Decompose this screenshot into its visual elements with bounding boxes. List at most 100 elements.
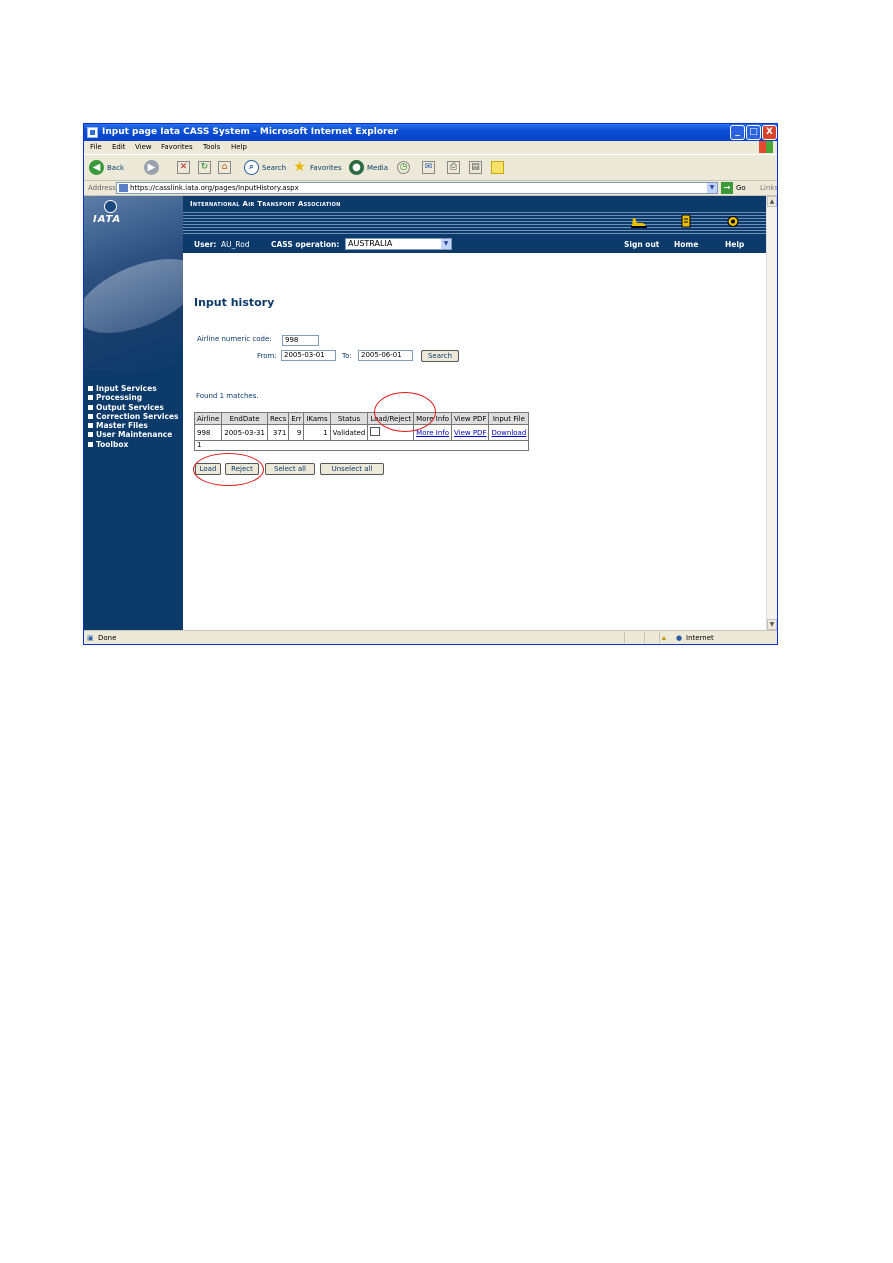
chevron-down-icon: ▼	[441, 239, 451, 249]
plus-icon	[88, 423, 93, 429]
sidebar-item-label: Correction Services	[96, 411, 179, 421]
stop-icon[interactable]: ✕	[177, 161, 190, 174]
cell-view-pdf: View PDF	[450, 424, 490, 441]
links-button[interactable]: Links	[760, 184, 777, 192]
menu-view[interactable]: View	[135, 143, 152, 151]
web-content: IATA Input Services Processing Output Se…	[84, 196, 766, 630]
print-icon[interactable]: ⎙	[447, 161, 460, 174]
address-dropdown-icon[interactable]: ▼	[707, 183, 717, 193]
home-icon[interactable]: ⌂	[218, 161, 231, 174]
menu-bar: File Edit View Favorites Tools Help	[84, 141, 777, 154]
to-date-input[interactable]: 2005-06-01	[358, 350, 413, 361]
menu-tools[interactable]: Tools	[203, 143, 220, 151]
col-input-file: Input File	[488, 412, 530, 425]
status-zone: Internet	[686, 634, 714, 642]
cell-err: 9	[288, 424, 305, 441]
sidebar-item-label: Toolbox	[96, 439, 129, 449]
iata-logo-text: IATA	[93, 214, 122, 225]
sidebar-item-label: Input Services	[96, 384, 157, 393]
plus-icon	[88, 441, 93, 447]
found-matches-text: Found 1 matches.	[196, 392, 259, 400]
iata-globe-icon	[104, 200, 117, 213]
sidebar-item-label: Master Files	[96, 421, 148, 431]
address-url: https://casslink.iata.org/pages/InputHis…	[130, 184, 299, 192]
cell-airline: 998	[193, 424, 223, 441]
view-pdf-link[interactable]: View PDF	[454, 429, 486, 437]
col-enddate: EndDate	[221, 412, 268, 425]
scroll-up-icon[interactable]: ▲	[767, 196, 777, 207]
sidebar-item-user-maintenance[interactable]: User Maintenance	[88, 430, 179, 439]
sidebar-item-label: User Maintenance	[96, 430, 173, 440]
sidebar-item-master-files[interactable]: Master Files	[88, 421, 179, 430]
sidebar-item-input-services[interactable]: Input Services	[88, 384, 179, 393]
refresh-icon[interactable]: ↻	[198, 161, 211, 174]
user-bar: User: AU_Rod CASS operation: AUSTRALIA ▼…	[183, 235, 766, 253]
pager-row: 1	[193, 440, 530, 451]
cell-recs: 371	[266, 424, 290, 441]
messenger-icon[interactable]	[491, 161, 504, 174]
edit-icon[interactable]: ▤	[469, 161, 482, 174]
col-status: Status	[329, 412, 369, 425]
back-label: Back	[107, 164, 124, 172]
sidebar-item-output-services[interactable]: Output Services	[88, 403, 179, 412]
col-recs: Recs	[266, 412, 290, 425]
menu-help[interactable]: Help	[231, 143, 247, 151]
home-link[interactable]: Home	[674, 240, 698, 249]
load-reject-checkbox[interactable]	[370, 427, 381, 436]
status-divider	[659, 632, 660, 643]
media-globe-icon: ●	[349, 160, 364, 175]
address-input[interactable]: https://casslink.iata.org/pages/InputHis…	[116, 182, 718, 194]
pager-page-1[interactable]: 1	[193, 440, 530, 451]
download-link[interactable]: Download	[491, 429, 526, 437]
page-favicon-icon	[119, 184, 128, 192]
home-book-icon[interactable]	[678, 214, 694, 228]
search-magnifier-icon: ⌕	[244, 160, 259, 175]
menu-edit[interactable]: Edit	[112, 143, 126, 151]
signout-link[interactable]: Sign out	[624, 240, 659, 249]
minimize-button[interactable]: _	[730, 125, 745, 140]
select-all-button[interactable]: Select all	[265, 463, 315, 475]
maximize-button[interactable]: □	[746, 125, 761, 140]
windows-logo-icon	[759, 141, 773, 153]
airline-code-label: Airline numeric code:	[197, 335, 272, 343]
col-ikams: IKams	[303, 412, 331, 425]
lock-icon: 🔒︎	[662, 634, 666, 642]
go-button[interactable]: Go	[736, 184, 746, 192]
cass-operation-select[interactable]: AUSTRALIA ▼	[345, 238, 452, 250]
more-info-link[interactable]: More Info	[416, 429, 449, 437]
sidebar-item-processing[interactable]: Processing	[88, 393, 179, 402]
go-arrow-icon[interactable]: →	[721, 182, 733, 194]
iata-logo: IATA	[90, 200, 130, 228]
signout-icon[interactable]	[631, 215, 647, 228]
close-button[interactable]: X	[762, 125, 777, 140]
scroll-down-icon[interactable]: ▼	[767, 619, 777, 630]
help-link[interactable]: Help	[725, 240, 744, 249]
unselect-all-button[interactable]: Unselect all	[320, 463, 384, 475]
annotation-circle-load-reject	[374, 392, 436, 432]
browser-window: Input page Iata CASS System - Microsoft …	[83, 123, 778, 645]
menu-favorites[interactable]: Favorites	[161, 143, 193, 151]
help-gear-icon[interactable]	[725, 215, 741, 228]
sidebar-item-toolbox[interactable]: Toolbox	[88, 440, 179, 449]
search-button[interactable]: Search	[421, 350, 459, 362]
table-header-row: Airline EndDate Recs Err IKams Status Lo…	[193, 412, 530, 425]
airline-code-input[interactable]: 998	[282, 335, 319, 346]
ie-page-icon	[87, 127, 98, 138]
status-text: Done	[98, 634, 117, 642]
plus-icon	[88, 386, 93, 391]
sidebar-item-correction-services[interactable]: Correction Services	[88, 412, 179, 421]
plus-icon	[88, 404, 93, 410]
header-banner: International Air Transport Association …	[183, 196, 766, 253]
annotation-circle-load-buttons	[193, 453, 264, 486]
vertical-scrollbar[interactable]: ▲ ▼	[766, 196, 777, 630]
toolbar: ◀ Back ▶ ✕ ↻ ⌂ ⌕ Search ★ Favorites ● Me…	[84, 154, 777, 181]
main-content: Input history Airline numeric code: 998 …	[183, 253, 766, 630]
plus-icon	[88, 432, 93, 438]
menu-file[interactable]: File	[90, 143, 102, 151]
from-date-input[interactable]: 2005-03-01	[281, 350, 336, 361]
mail-icon[interactable]: ✉	[422, 161, 435, 174]
history-icon[interactable]: ◷	[397, 161, 410, 174]
favorites-star-icon: ★	[293, 159, 306, 175]
media-label: Media	[367, 164, 389, 172]
sidebar-menu: Input Services Processing Output Service…	[88, 384, 179, 449]
